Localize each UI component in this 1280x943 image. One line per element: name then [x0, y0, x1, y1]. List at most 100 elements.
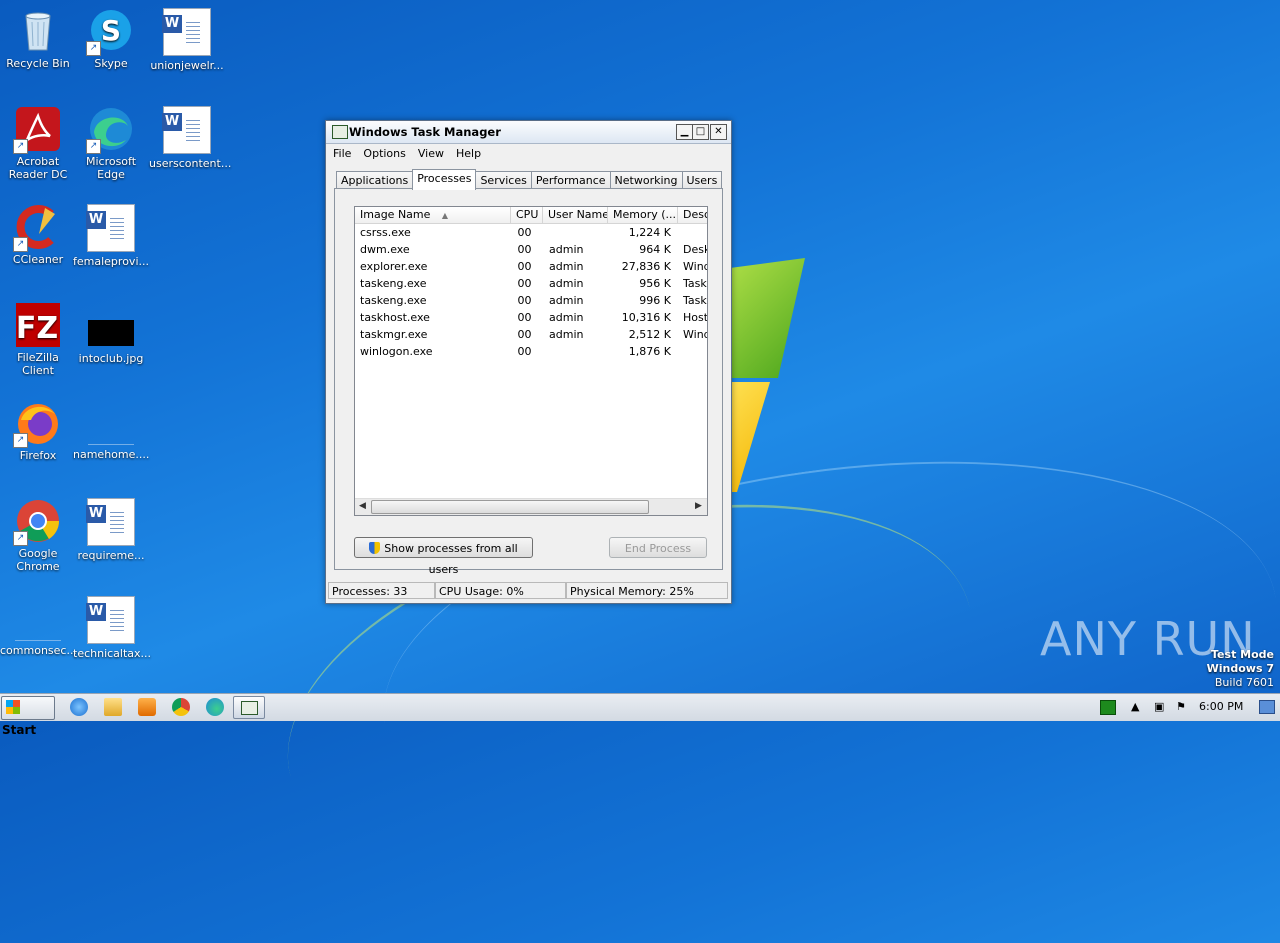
- shortcut-arrow-icon: ↗: [86, 41, 101, 56]
- process-row[interactable]: taskmgr.exe 00 admin 2,512 K Wind: [355, 326, 707, 343]
- process-name: taskeng.exe: [360, 294, 427, 307]
- process-cpu: 00: [517, 345, 532, 358]
- process-name: csrss.exe: [360, 226, 411, 239]
- desktop-icon-ccleaner[interactable]: ↗ CCleaner: [0, 204, 76, 266]
- desktop-icon-word-doc[interactable]: W requireme...: [73, 498, 149, 562]
- status-processes: Processes: 33: [328, 582, 435, 599]
- column-cpu[interactable]: CPU: [511, 207, 543, 223]
- process-row[interactable]: explorer.exe 00 admin 27,836 K Wind: [355, 258, 707, 275]
- desktop-icon-acrobat[interactable]: ↗ Acrobat Reader DC: [0, 106, 76, 181]
- process-row[interactable]: winlogon.exe 00 1,876 K: [355, 343, 707, 360]
- tray-chevron-icon[interactable]: ▲: [1131, 700, 1145, 713]
- internet-explorer-icon[interactable]: [70, 698, 88, 716]
- tab-applications[interactable]: Applications: [336, 171, 414, 189]
- process-description: Host: [683, 311, 707, 324]
- desktop-icon-word-doc[interactable]: W userscontent...: [149, 106, 231, 170]
- column-description[interactable]: Desc: [678, 207, 707, 223]
- shortcut-arrow-icon: ↗: [86, 139, 101, 154]
- tab-services[interactable]: Services: [475, 171, 532, 189]
- desktop-icon-blank-file[interactable]: namehome....: [73, 400, 149, 461]
- menu-file[interactable]: File: [326, 144, 356, 160]
- process-user: admin: [549, 277, 584, 290]
- shortcut-arrow-icon: ↗: [13, 433, 28, 448]
- process-cpu: 00: [517, 243, 532, 256]
- desktop-icon-blank-file[interactable]: commonsec...: [0, 596, 77, 657]
- column-memory[interactable]: Memory (...: [608, 207, 678, 223]
- tab-performance[interactable]: Performance: [530, 171, 611, 189]
- menu-view[interactable]: View: [411, 144, 449, 160]
- sort-arrow-icon: ▲: [441, 211, 449, 220]
- menu-help[interactable]: Help: [449, 144, 486, 160]
- desktop-icon-recycle-bin[interactable]: Recycle Bin: [0, 8, 76, 70]
- end-process-button[interactable]: End Process: [609, 537, 707, 558]
- edge-icon: ↗: [86, 106, 134, 154]
- process-row[interactable]: taskhost.exe 00 admin 10,316 K Host: [355, 309, 707, 326]
- process-memory: 1,224 K: [628, 226, 671, 239]
- network-icon[interactable]: ▣: [1154, 700, 1168, 713]
- status-physical-memory: Physical Memory: 25%: [566, 582, 728, 599]
- process-memory: 956 K: [639, 277, 671, 290]
- desktop-icon-skype[interactable]: S ↗ Skype: [73, 8, 149, 70]
- scroll-right-icon[interactable]: ▶: [691, 499, 706, 514]
- task-manager-window[interactable]: Windows Task Manager ▁ □ ✕ File Options Vi…: [325, 120, 732, 604]
- word-document-icon: W: [162, 106, 211, 154]
- media-player-icon[interactable]: [138, 698, 156, 716]
- system-clock[interactable]: 6:00 PM: [1199, 700, 1243, 713]
- desktop-icon-word-doc[interactable]: W technicaltax...: [73, 596, 151, 660]
- process-list-header: Image Name ▲ CPU User Name Memory (... D…: [355, 207, 707, 224]
- desktop-icon-edge[interactable]: ↗ Microsoft Edge: [73, 106, 149, 181]
- word-document-icon: W: [86, 596, 135, 644]
- process-memory: 2,512 K: [628, 328, 671, 341]
- test-mode-notice: Test Mode Windows 7 Build 7601: [1207, 648, 1274, 690]
- column-user-name[interactable]: User Name: [543, 207, 608, 223]
- process-description: [683, 343, 707, 360]
- window-titlebar[interactable]: Windows Task Manager ▁ □ ✕: [326, 121, 731, 144]
- start-button[interactable]: Start: [1, 696, 55, 737]
- desktop-icon-image-file[interactable]: intoclub.jpg: [73, 302, 149, 365]
- show-all-users-button[interactable]: Show processes from all users: [354, 537, 533, 576]
- tab-users[interactable]: Users: [681, 171, 723, 189]
- svg-text:FZ: FZ: [16, 311, 58, 346]
- desktop-icon-word-doc[interactable]: W unionjewelr...: [149, 8, 225, 72]
- tray-status-icon[interactable]: [1100, 700, 1116, 715]
- action-center-flag-icon[interactable]: ⚑: [1176, 700, 1190, 713]
- menu-options[interactable]: Options: [356, 144, 410, 160]
- file-explorer-icon[interactable]: [104, 698, 122, 716]
- edge-taskbar-icon[interactable]: [206, 698, 224, 716]
- desktop-icon-firefox[interactable]: ↗ Firefox: [0, 400, 76, 462]
- process-name: taskeng.exe: [360, 277, 427, 290]
- process-description: Desk: [683, 243, 707, 256]
- maximize-button[interactable]: □: [692, 124, 709, 140]
- column-image-name[interactable]: Image Name ▲: [355, 207, 511, 223]
- process-list[interactable]: Image Name ▲ CPU User Name Memory (... D…: [354, 206, 708, 516]
- shortcut-arrow-icon: ↗: [13, 139, 28, 154]
- start-label: Start: [2, 723, 37, 737]
- tab-processes[interactable]: Processes: [412, 169, 477, 190]
- chrome-taskbar-icon[interactable]: [172, 698, 190, 716]
- horizontal-scrollbar[interactable]: ◀ ▶: [355, 498, 707, 515]
- process-row[interactable]: taskeng.exe 00 admin 956 K Task: [355, 275, 707, 292]
- close-button[interactable]: ✕: [710, 124, 727, 140]
- desktop-icon-word-doc[interactable]: W femaleprovi...: [73, 204, 149, 268]
- chrome-icon: ↗: [13, 498, 61, 546]
- scroll-left-icon[interactable]: ◀: [355, 499, 370, 514]
- process-row[interactable]: dwm.exe 00 admin 964 K Desk: [355, 241, 707, 258]
- tab-networking[interactable]: Networking: [609, 171, 683, 189]
- minimize-button[interactable]: ▁: [676, 124, 693, 140]
- svg-text:S: S: [101, 14, 121, 47]
- process-memory: 1,876 K: [628, 345, 671, 358]
- desktop-icon-chrome[interactable]: ↗ Google Chrome: [0, 498, 76, 573]
- desktop-icon-filezilla[interactable]: FZ FileZilla Client: [0, 302, 76, 377]
- windows-flag-icon: [6, 700, 20, 714]
- process-row[interactable]: csrss.exe 00 1,224 K: [355, 224, 707, 241]
- show-desktop-button[interactable]: [1259, 700, 1275, 714]
- task-manager-taskbar-button[interactable]: [233, 696, 265, 719]
- process-row[interactable]: taskeng.exe 00 admin 996 K Task: [355, 292, 707, 309]
- process-cpu: 00: [517, 277, 532, 290]
- status-cpu-usage: CPU Usage: 0%: [435, 582, 566, 599]
- process-description: Wind: [683, 328, 707, 341]
- ccleaner-icon: ↗: [13, 204, 61, 252]
- scrollbar-thumb[interactable]: [371, 500, 649, 514]
- firefox-icon: ↗: [13, 400, 61, 448]
- blank-file-icon: [88, 400, 134, 445]
